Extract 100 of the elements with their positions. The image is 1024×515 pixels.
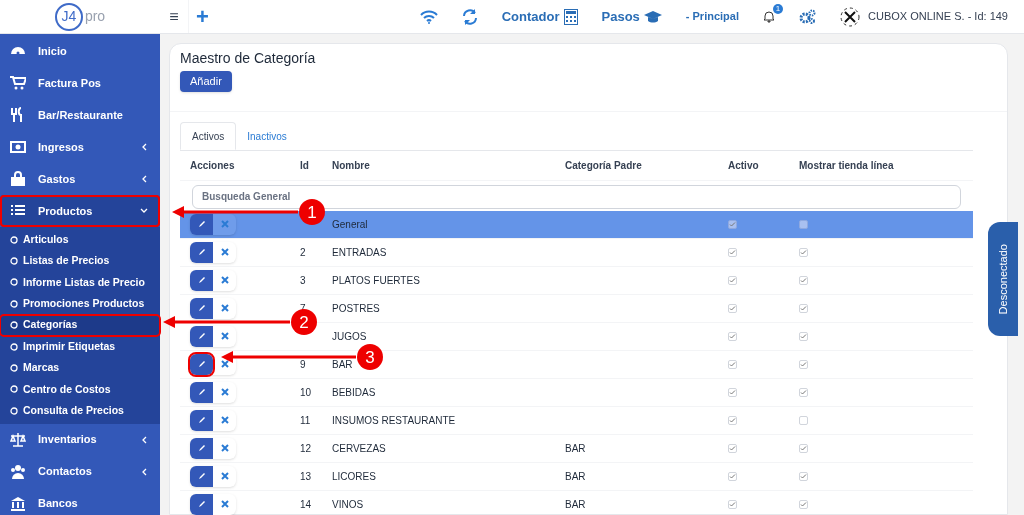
table-cell-text: 10 (300, 385, 312, 400)
edit-button[interactable] (190, 409, 213, 431)
submenu-item[interactable]: Promociones Productos (0, 293, 160, 315)
sidebar-item[interactable]: Inicio (0, 35, 160, 67)
checkbox[interactable] (799, 471, 808, 481)
checkbox[interactable] (799, 359, 808, 369)
checkbox[interactable] (799, 331, 808, 341)
tab[interactable]: Inactivos (236, 122, 298, 150)
column-header: Mostrar tienda línea (799, 159, 895, 173)
checkbox[interactable] (728, 275, 737, 285)
close-icon (220, 500, 229, 508)
checkbox[interactable] (799, 387, 808, 397)
check-icon (800, 304, 807, 312)
checkbox[interactable] (728, 303, 737, 313)
check-icon (800, 248, 807, 256)
edit-button[interactable] (190, 381, 213, 403)
circle-icon (10, 299, 18, 308)
company-label[interactable]: CUBOX ONLINE S. - Id: 149 (868, 8, 1008, 25)
check-icon (729, 416, 736, 424)
submenu-item[interactable]: Informe Listas de Precio (0, 271, 160, 294)
checkbox[interactable] (728, 415, 737, 425)
checkbox[interactable] (728, 359, 737, 369)
add-button[interactable]: Añadir (180, 70, 232, 92)
table-cell-text: INSUMOS RESTAURANTE (332, 413, 456, 428)
branch-link[interactable]: - Principal (673, 8, 751, 25)
checkbox[interactable] (728, 387, 737, 397)
checkbox[interactable] (799, 415, 808, 425)
edit-button[interactable] (190, 241, 213, 263)
pencil-icon (197, 444, 206, 452)
refresh-icon[interactable] (461, 8, 478, 25)
checkbox[interactable] (799, 219, 808, 229)
edit-button[interactable] (190, 465, 213, 487)
edit-button[interactable] (190, 493, 213, 515)
edit-button[interactable] (190, 213, 213, 235)
cart-icon (10, 75, 26, 91)
edit-button[interactable] (190, 437, 213, 459)
money-icon (10, 139, 26, 155)
sidebar-item[interactable]: Ingresos (0, 131, 160, 163)
submenu-item[interactable]: Articulos (0, 229, 160, 251)
menu-button[interactable]: ≡ (160, 4, 188, 29)
submenu-item[interactable]: Listas de Precios (0, 250, 160, 272)
checkbox[interactable] (728, 471, 737, 481)
checkbox[interactable] (728, 247, 737, 257)
checkbox[interactable] (799, 247, 808, 257)
wifi-icon[interactable] (419, 9, 438, 24)
submenu-item[interactable]: Marcas (0, 357, 160, 379)
callout-number: 3 (365, 348, 375, 367)
sidebar-item[interactable]: Contactos (0, 455, 160, 488)
circle-icon (10, 364, 18, 373)
checkbox[interactable] (728, 499, 737, 509)
circle-icon (10, 342, 18, 351)
checkbox[interactable] (799, 303, 808, 313)
check-icon (729, 248, 736, 256)
callout-badge (291, 309, 317, 335)
tab[interactable]: Activos (180, 122, 237, 150)
table-cell-text: BAR (565, 441, 586, 456)
circle-icon (10, 235, 18, 244)
sidebar-item[interactable]: Productos (0, 195, 160, 227)
close-icon (220, 444, 229, 452)
check-icon (729, 304, 736, 312)
check-icon (800, 472, 807, 480)
check-icon (729, 360, 736, 368)
connection-status-tab[interactable]: Desconectado (988, 222, 1018, 336)
callout-badge (357, 344, 383, 370)
table-cell-text: 3 (300, 273, 306, 288)
checkbox[interactable] (799, 443, 808, 453)
submenu-item[interactable]: Consulta de Precios (0, 400, 160, 422)
submenu-item[interactable]: Imprimir Etiquetas (0, 335, 160, 358)
notification-badge: 1 (773, 4, 783, 14)
checkbox[interactable] (799, 499, 808, 509)
scale-icon (10, 431, 26, 448)
submenu-item[interactable]: Centro de Costos (0, 378, 160, 401)
graduation-cap-icon (643, 9, 662, 24)
checkbox[interactable] (728, 331, 737, 341)
edit-button[interactable] (190, 325, 213, 347)
sidebar-item[interactable]: Bar/Restaurante (0, 99, 160, 131)
column-header: Id (300, 159, 310, 173)
edit-button[interactable] (190, 353, 213, 375)
table-cell-text: General (332, 217, 368, 232)
pencil-icon (197, 360, 206, 368)
sidebar-item[interactable]: Bancos (0, 487, 160, 515)
checkbox[interactable] (799, 275, 808, 285)
edit-button[interactable] (190, 269, 213, 291)
edit-button[interactable] (190, 297, 213, 319)
sidebar-item[interactable]: Inventarios (0, 423, 160, 456)
pasos-button[interactable]: Pasos (589, 6, 674, 27)
table-cell-text: BAR (565, 497, 586, 512)
submenu-item[interactable]: Categorías (0, 314, 160, 336)
bell-icon[interactable] (763, 10, 775, 23)
pencil-icon (197, 304, 206, 312)
contador-button[interactable]: Contador (489, 6, 590, 27)
table-cell-text: PLATOS FUERTES (332, 273, 420, 288)
sidebar-item[interactable]: Gastos (0, 163, 160, 195)
sidebar-item[interactable]: Factura Pos (0, 67, 160, 99)
pencil-icon (197, 416, 206, 424)
checkbox[interactable] (728, 443, 737, 453)
add-button[interactable]: + (188, 0, 216, 33)
checkbox[interactable] (728, 219, 737, 229)
pencil-icon (197, 332, 206, 340)
table-cell-text: 9 (300, 357, 306, 372)
